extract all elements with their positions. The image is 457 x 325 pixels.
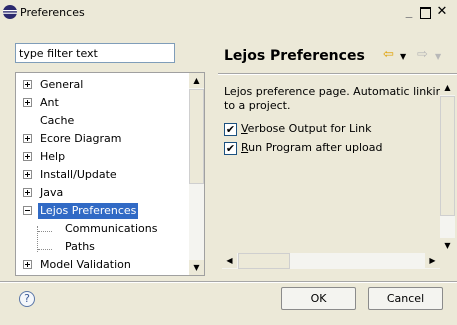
maximize-icon: [419, 7, 431, 19]
tree-item-label: Cache: [40, 114, 75, 127]
tree-item-cache[interactable]: Cache: [16, 112, 188, 130]
footer-separator-highlight: [0, 282, 457, 283]
page-title: Lejos Preferences: [224, 48, 365, 64]
minimize-button[interactable]: _: [401, 4, 417, 20]
title-bar: Preferences _ ✕: [0, 0, 457, 26]
scroll-down-arrow-icon[interactable]: ▼: [440, 238, 455, 253]
back-dropdown-icon[interactable]: ▼: [400, 52, 406, 61]
scroll-right-arrow-icon[interactable]: ▶: [425, 253, 440, 268]
tree-item-label: Ecore Diagram: [40, 132, 122, 145]
tree-item-label: Communications: [65, 222, 158, 235]
description-line: Lejos preference page. Automatic linking: [224, 85, 450, 98]
page-description: Lejos preference page. Automatic linking…: [224, 85, 454, 113]
tree-item-label: Paths: [65, 240, 95, 253]
window-title: Preferences: [20, 6, 85, 19]
tree-scrollbar[interactable]: ▲ ▼: [189, 73, 204, 275]
ok-button[interactable]: OK: [281, 287, 356, 310]
content-horizontal-scrollbar[interactable]: ◀ ▶: [222, 253, 440, 269]
run-program-checkbox[interactable]: ✔: [224, 142, 237, 155]
verbose-output-checkbox[interactable]: ✔: [224, 123, 237, 136]
back-arrow-icon[interactable]: ⇦: [383, 47, 394, 62]
mnemonic-letter: V: [241, 122, 248, 135]
tree-item-label: Install/Update: [40, 168, 117, 181]
preferences-dialog: Preferences _ ✕ General Ant Cache Ecore …: [0, 0, 457, 325]
tree-item-lejos-preferences[interactable]: Lejos Preferences: [16, 202, 188, 220]
preference-page-content: Lejos preference page. Automatic linking…: [218, 80, 457, 280]
description-line: to a project.: [224, 99, 291, 112]
content-hscroll-thumb[interactable]: [238, 253, 290, 269]
eclipse-icon: [3, 5, 17, 19]
tree-item-label: General: [40, 78, 84, 91]
header-separator-highlight: [218, 74, 457, 75]
content-vscroll-thumb[interactable]: [440, 96, 455, 216]
scroll-up-arrow-icon[interactable]: ▲: [440, 80, 455, 95]
expand-icon[interactable]: [23, 188, 32, 197]
scroll-down-arrow-icon[interactable]: ▼: [189, 260, 204, 275]
tree-item-label: Help: [40, 150, 66, 163]
tree-item-label: Java: [40, 186, 64, 199]
tree-item-ant[interactable]: Ant: [16, 94, 188, 112]
close-button[interactable]: ✕: [434, 4, 450, 20]
tree-item-general[interactable]: General: [16, 76, 188, 94]
tree-item-install-update[interactable]: Install/Update: [16, 166, 188, 184]
content-vertical-scrollbar[interactable]: ▲ ▼: [440, 80, 455, 253]
collapse-icon[interactable]: [23, 206, 32, 215]
forward-arrow-icon[interactable]: ⇨: [417, 47, 428, 62]
tree-item-help[interactable]: Help: [16, 148, 188, 166]
tree-item-communications[interactable]: Communications: [16, 220, 188, 238]
filter-input[interactable]: [15, 43, 175, 63]
tree-item-label: Lejos Preferences: [38, 203, 139, 219]
tree-connector-line: [38, 249, 52, 250]
tree-item-label: Ant: [40, 96, 59, 109]
label-text: un Program after upload: [248, 141, 383, 154]
tree-scroll-thumb[interactable]: [189, 89, 204, 184]
expand-icon[interactable]: [23, 134, 32, 143]
forward-dropdown-icon[interactable]: ▼: [435, 52, 441, 61]
expand-icon[interactable]: [23, 170, 32, 179]
expand-icon[interactable]: [23, 80, 32, 89]
run-program-label[interactable]: Run Program after upload: [241, 141, 383, 154]
tree-item-label: Model Validation: [40, 258, 131, 271]
scroll-left-arrow-icon[interactable]: ◀: [222, 253, 237, 268]
tree-item-paths[interactable]: Paths: [16, 238, 188, 256]
scroll-up-arrow-icon[interactable]: ▲: [189, 73, 204, 88]
expand-icon[interactable]: [23, 260, 32, 269]
expand-icon[interactable]: [23, 98, 32, 107]
cancel-button[interactable]: Cancel: [368, 287, 443, 310]
tree-item-ecore-diagram[interactable]: Ecore Diagram: [16, 130, 188, 148]
expand-icon[interactable]: [23, 152, 32, 161]
preference-tree: General Ant Cache Ecore Diagram Help Ins…: [15, 72, 205, 276]
label-text: erbose Output for Link: [247, 122, 372, 135]
help-icon[interactable]: ?: [19, 291, 35, 307]
maximize-button[interactable]: [417, 4, 433, 20]
tree-connector-line: [38, 231, 52, 232]
tree-item-java[interactable]: Java: [16, 184, 188, 202]
verbose-output-label[interactable]: Verbose Output for Link: [241, 122, 372, 135]
tree-item-model-validation[interactable]: Model Validation: [16, 256, 188, 274]
